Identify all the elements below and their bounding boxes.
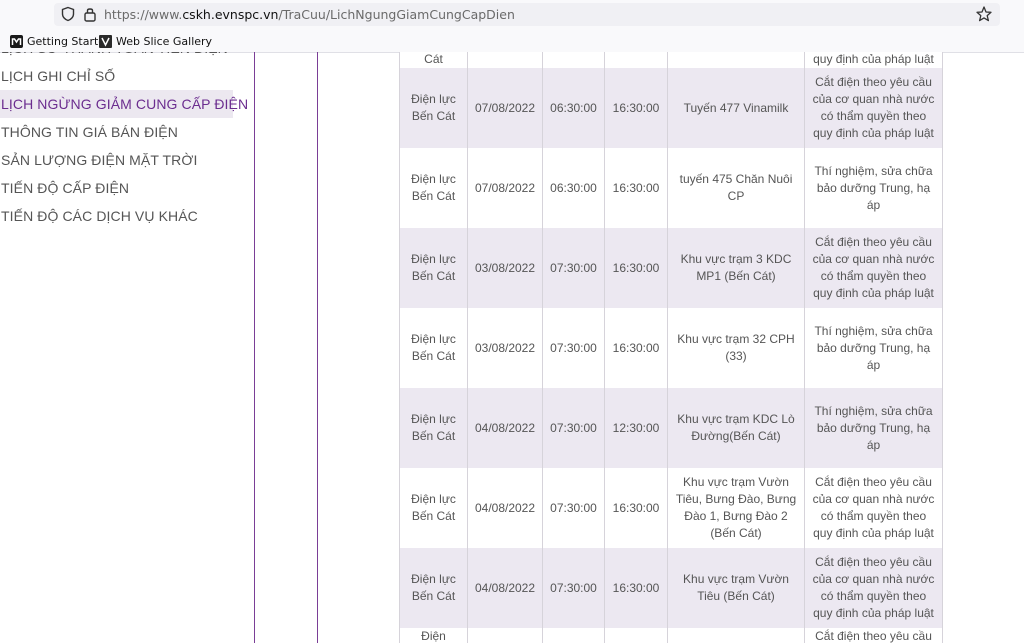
cell-area: Khu vực trạm Vườn Tiêu (Bến Cát) — [667, 548, 805, 628]
cell-end: 16:30:00 — [604, 68, 668, 148]
outage-schedule-table: Cát quy định của pháp luật Điện lực Bến … — [399, 52, 943, 643]
cell-start: 07:30:00 — [542, 468, 605, 548]
cell-area — [667, 628, 805, 643]
cell-end: 16:30:00 — [604, 468, 668, 548]
cell-reason: quy định của pháp luật — [804, 52, 943, 68]
cell-start: 07:30:00 — [542, 308, 605, 388]
bookmark-star-icon[interactable] — [975, 5, 993, 23]
table-row: Điện lực Bến Cát 04/08/2022 07:30:00 12:… — [399, 388, 943, 468]
cell-end: 12:30:00 — [604, 388, 668, 468]
cell-date — [467, 628, 543, 643]
cell-reason: Thí nghiệm, sửa chữa bảo dưỡng Trung, hạ… — [804, 308, 943, 388]
page-content: LỊCH SỬ THANH TOÁN TIỀN ĐIỆN LỊCH GHI CH… — [0, 52, 1024, 643]
cell-unit: Điện lực Bến Cát — [399, 228, 468, 308]
bookmark-label: Web Slice Gallery — [116, 34, 213, 48]
cell-start — [542, 52, 605, 68]
table-row: Cát quy định của pháp luật — [399, 52, 943, 68]
cell-reason: Cắt điện theo yêu cầu của cơ quan nhà nư… — [804, 68, 943, 148]
cell-unit: Điện lực Bến Cát — [399, 548, 468, 628]
column-divider — [317, 52, 318, 643]
cell-end: 16:30:00 — [604, 308, 668, 388]
cell-end — [604, 52, 668, 68]
cell-date: 04/08/2022 — [467, 468, 543, 548]
cell-reason: Thí nghiệm, sửa chữa bảo dưỡng Trung, hạ… — [804, 388, 943, 468]
cell-start — [542, 628, 605, 643]
cell-date — [467, 52, 543, 68]
cell-date: 03/08/2022 — [467, 228, 543, 308]
cell-unit: Điện lực Bến Cát — [399, 388, 468, 468]
cell-end: 16:30:00 — [604, 548, 668, 628]
url-prefix: https://www. — [104, 7, 183, 22]
cell-unit: Cát — [399, 52, 468, 68]
cell-start: 07:30:00 — [542, 388, 605, 468]
url-path: /TraCuu/LichNgungGiamCungCapDien — [278, 7, 515, 22]
cell-unit: Điện lực Bến Cát — [399, 468, 468, 548]
cell-start: 07:30:00 — [542, 548, 605, 628]
cell-unit: Điện lực Bến Cát — [399, 308, 468, 388]
sidebar-item-other-services-progress[interactable]: TIẾN ĐỘ CÁC DỊCH VỤ KHÁC — [0, 202, 233, 230]
sidebar-item-outage-schedule[interactable]: LỊCH NGỪNG GIẢM CUNG CẤP ĐIỆN — [0, 90, 248, 118]
table-row: Điện lực Bến Cát 07/08/2022 06:30:00 16:… — [399, 148, 943, 228]
sidebar-item-meter-reading-schedule[interactable]: LỊCH GHI CHỈ SỐ — [0, 62, 233, 90]
cell-start: 07:30:00 — [542, 228, 605, 308]
tracking-shield-icon[interactable] — [60, 6, 76, 22]
sidebar-item-connection-progress[interactable]: TIẾN ĐỘ CẤP ĐIỆN — [0, 174, 233, 202]
table-row: Điện lực Bến Cát 03/08/2022 07:30:00 16:… — [399, 308, 943, 388]
table-row: Điện lực Bến Cát 04/08/2022 07:30:00 16:… — [399, 548, 943, 628]
url-text[interactable]: https://www.cskh.evnspc.vn/TraCuu/LichNg… — [104, 7, 515, 22]
cell-end: 16:30:00 — [604, 228, 668, 308]
cell-date: 07/08/2022 — [467, 68, 543, 148]
cell-end — [604, 628, 668, 643]
table-row: Điện lực Bến Cát 03/08/2022 07:30:00 16:… — [399, 228, 943, 308]
url-host: cskh.evnspc.vn — [182, 7, 279, 22]
sidebar-item-price-info[interactable]: THÔNG TIN GIÁ BÁN ĐIỆN — [0, 118, 233, 146]
sidebar-item-payment-history[interactable]: LỊCH SỬ THANH TOÁN TIỀN ĐIỆN — [0, 52, 233, 62]
cell-area: tuyến 475 Chăn Nuôi CP — [667, 148, 805, 228]
sidebar-item-solar-output[interactable]: SẢN LƯỢNG ĐIỆN MẶT TRỜI — [0, 146, 233, 174]
bookmark-web-slice-gallery[interactable]: Web Slice Gallery — [99, 34, 212, 48]
cell-area: Khu vực trạm KDC Lò Đường(Bến Cát) — [667, 388, 805, 468]
cell-start: 06:30:00 — [542, 68, 605, 148]
cell-unit: Điện lực Bến Cát — [399, 68, 468, 148]
cell-area: Khu vực trạm 3 KDC MP1 (Bến Cát) — [667, 228, 805, 308]
cell-area: Khu vực trạm 32 CPH (33) — [667, 308, 805, 388]
cell-area: Khu vực trạm Vườn Tiêu, Bưng Đào, Bưng Đ… — [667, 468, 805, 548]
cell-reason: Cắt điện theo yêu cầu của cơ quan nhà nư… — [804, 228, 943, 308]
column-divider — [254, 52, 255, 643]
cell-unit: Điện — [399, 628, 468, 643]
bookmark-getting-started[interactable]: Getting Started — [10, 34, 112, 48]
lock-icon[interactable] — [83, 6, 97, 22]
table-row: Điện Cắt điện theo yêu cầu — [399, 628, 943, 643]
cell-unit: Điện lực Bến Cát — [399, 148, 468, 228]
table-row: Điện lực Bến Cát 07/08/2022 06:30:00 16:… — [399, 68, 943, 148]
cell-start: 06:30:00 — [542, 148, 605, 228]
bookmarks-toolbar: Getting Started Web Slice Gallery — [0, 29, 1024, 53]
cell-reason: Thí nghiệm, sửa chữa bảo dưỡng Trung, hạ… — [804, 148, 943, 228]
cell-reason: Cắt điện theo yêu cầu — [804, 628, 943, 643]
firefox-bookmark-icon — [10, 34, 23, 48]
cell-end: 16:30:00 — [604, 148, 668, 228]
web-slice-icon — [99, 34, 112, 48]
cell-date: 07/08/2022 — [467, 148, 543, 228]
cell-area — [667, 52, 805, 68]
cell-date: 03/08/2022 — [467, 308, 543, 388]
table-row: Điện lực Bến Cát 04/08/2022 07:30:00 16:… — [399, 468, 943, 548]
cell-reason: Cắt điện theo yêu cầu của cơ quan nhà nư… — [804, 468, 943, 548]
cell-date: 04/08/2022 — [467, 388, 543, 468]
browser-toolbar: https://www.cskh.evnspc.vn/TraCuu/LichNg… — [0, 0, 1024, 29]
cell-date: 04/08/2022 — [467, 548, 543, 628]
sidebar-menu: LỊCH SỬ THANH TOÁN TIỀN ĐIỆN LỊCH GHI CH… — [0, 52, 248, 230]
cell-reason: Cắt điện theo yêu cầu của cơ quan nhà nư… — [804, 548, 943, 628]
cell-area: Tuyến 477 Vinamilk — [667, 68, 805, 148]
